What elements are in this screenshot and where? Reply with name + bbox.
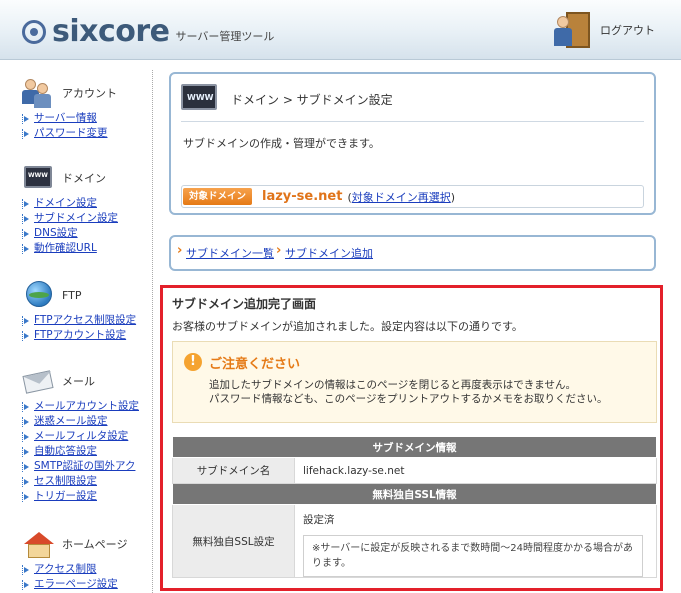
sidebar-link-ftp-access[interactable]: FTPアクセス制限設定 <box>22 313 136 328</box>
subdomain-name-value: lifehack.lazy-se.net <box>294 457 657 484</box>
sidebar-link-smtp-restriction-cont[interactable]: セス制限設定 <box>22 474 139 489</box>
sidebar-link-domain-settings[interactable]: ドメイン設定 <box>22 196 118 211</box>
www-monitor-icon <box>181 84 221 114</box>
sidebar-divider <box>152 70 153 593</box>
sidebar-section-homepage: ホームページ アクセス制限 エラーページ設定 <box>22 526 127 592</box>
sidebar-title-ftp: FTP <box>62 288 82 302</box>
sidebar-link-spam-settings[interactable]: 迷惑メール設定 <box>22 414 139 429</box>
logout-label: ログアウト <box>600 24 655 37</box>
sidebar-link-server-info[interactable]: サーバー情報 <box>22 111 117 126</box>
result-section: サブドメイン追加完了画面 お客様のサブドメインが追加されました。設定内容は以下の… <box>160 285 663 591</box>
ssl-setting-cell: 設定済 ※サーバーに設定が反映されるまで数時間〜24時間程度かかる場合があります… <box>294 504 657 578</box>
domain-reselect-link[interactable]: 対象ドメイン再選択 <box>352 191 451 204</box>
logo-mark-icon <box>22 19 46 44</box>
sidebar-title-mail: メール <box>62 375 95 388</box>
sidebar-title-account: アカウント <box>62 87 117 100</box>
result-title: サブドメイン追加完了画面 <box>172 297 317 311</box>
notice-heading: ご注意ください <box>209 357 301 372</box>
sixcore-logo: sixcore サーバー管理ツール <box>22 14 274 49</box>
target-domain-badge: 対象ドメイン <box>183 188 253 205</box>
domain-reselect-wrap: (対象ドメイン再選択) <box>347 190 456 204</box>
sidebar-link-trigger-settings[interactable]: トリガー設定 <box>22 489 139 504</box>
sidebar-link-error-page[interactable]: エラーページ設定 <box>22 577 127 592</box>
sidebar-link-auto-reply[interactable]: 自動応答設定 <box>22 444 139 459</box>
sidebar-link-mail-account[interactable]: メールアカウント設定 <box>22 399 139 414</box>
account-icon <box>22 77 56 109</box>
mail-icon <box>22 365 56 397</box>
domain-panel: ドメイン > サブドメイン設定 サブドメインの作成・管理ができます。 対象ドメイ… <box>169 72 656 215</box>
ssl-note: ※サーバーに設定が反映されるまで数時間〜24時間程度かかる場合があります。 <box>303 535 643 577</box>
logout-button[interactable]: ログアウト <box>552 10 655 50</box>
sidebar-section-domain: ドメイン ドメイン設定 サブドメイン設定 DNS設定 動作確認URL <box>22 160 118 256</box>
notice-line-1: 追加したサブドメインの情報はこのページを閉じると再度表示はできません。 <box>209 379 576 391</box>
sidebar-link-dns-settings[interactable]: DNS設定 <box>22 226 118 241</box>
result-table: サブドメイン情報 サブドメイン名 lifehack.lazy-se.net 無料… <box>172 436 657 578</box>
table-row: 無料独自SSL設定 設定済 ※サーバーに設定が反映されるまで数時間〜24時間程度… <box>172 504 657 578</box>
sidebar-section-mail: メール メールアカウント設定 迷惑メール設定 メールフィルタ設定 自動応答設定 … <box>22 363 139 504</box>
ssl-status: 設定済 <box>303 514 335 526</box>
sidebar-title-homepage: ホームページ <box>62 538 128 551</box>
notice-box: ! ご注意ください 追加したサブドメインの情報はこのページを閉じると再度表示はで… <box>172 341 657 423</box>
table-row: サブドメイン名 lifehack.lazy-se.net <box>172 457 657 484</box>
sidebar-link-access-restriction[interactable]: アクセス制限 <box>22 562 127 577</box>
sidebar-link-ftp-account[interactable]: FTPアカウント設定 <box>22 328 136 343</box>
header-bar: sixcore サーバー管理ツール ログアウト <box>0 0 681 60</box>
target-domain-box: 対象ドメイン lazy-se.net (対象ドメイン再選択) <box>181 185 644 208</box>
ssl-info-header: 無料独自SSL情報 <box>172 483 657 505</box>
subdomain-info-header: サブドメイン情報 <box>172 436 657 458</box>
warning-icon: ! <box>184 353 202 371</box>
subdomain-list-link[interactable]: サブドメイン一覧 <box>177 243 274 261</box>
sidebar-link-subdomain-settings[interactable]: サブドメイン設定 <box>22 211 118 226</box>
homepage-icon <box>22 528 56 560</box>
sidebar-title-domain: ドメイン <box>62 172 106 185</box>
subdomain-add-link[interactable]: サブドメイン追加 <box>276 243 373 261</box>
sidebar-link-smtp-restriction[interactable]: SMTP認証の国外アク <box>22 459 139 474</box>
ssl-setting-label: 無料独自SSL設定 <box>172 504 295 578</box>
logout-door-icon <box>552 10 592 50</box>
subdomain-name-label: サブドメイン名 <box>172 457 295 484</box>
domain-icon <box>22 162 56 194</box>
sidebar-link-test-url[interactable]: 動作確認URL <box>22 241 118 256</box>
target-domain-name: lazy-se.net <box>262 189 343 204</box>
logo-subtitle: サーバー管理ツール <box>175 29 275 43</box>
notice-line-2: パスワード情報なども、このページをプリントアウトするかメモをお取りください。 <box>209 393 608 405</box>
result-message: お客様のサブドメインが追加されました。設定内容は以下の通りです。 <box>172 320 523 333</box>
sidebar-link-password-change[interactable]: パスワード変更 <box>22 126 117 141</box>
subdomain-nav: サブドメイン一覧 サブドメイン追加 <box>169 235 656 271</box>
sidebar-section-ftp: FTP FTPアクセス制限設定 FTPアカウント設定 <box>22 277 136 343</box>
panel-divider <box>181 121 644 122</box>
sidebar-section-account: アカウント サーバー情報 パスワード変更 <box>22 75 117 141</box>
logo-text: sixcore <box>52 14 170 49</box>
page-description: サブドメインの作成・管理ができます。 <box>183 137 380 150</box>
ftp-globe-icon <box>22 279 56 311</box>
sidebar-link-mail-filter[interactable]: メールフィルタ設定 <box>22 429 139 444</box>
page-title: ドメイン > サブドメイン設定 <box>231 92 393 107</box>
